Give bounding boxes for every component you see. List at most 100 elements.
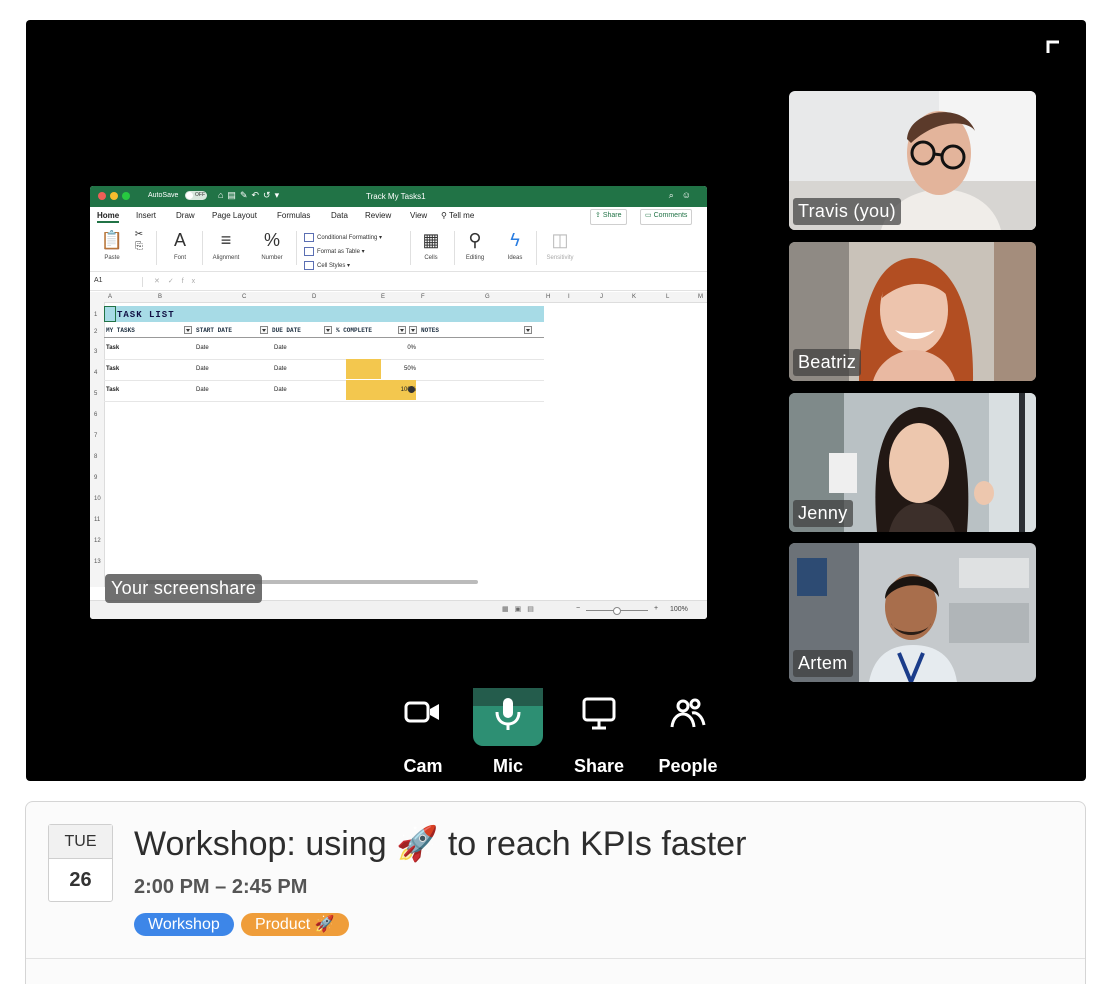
sensitivity-group[interactable]: ◫ Sensitivity: [540, 229, 580, 261]
cells-group[interactable]: ▦ Cells: [416, 229, 446, 261]
zoom-slider-handle[interactable]: [613, 607, 621, 615]
task-list-title[interactable]: TASK LIST: [104, 306, 544, 322]
tab-draw[interactable]: Draw: [176, 211, 195, 220]
autosave-toggle[interactable]: OFF: [185, 191, 207, 200]
search-icon[interactable]: ⌕☺: [669, 190, 699, 201]
tab-insert[interactable]: Insert: [136, 211, 156, 220]
table-row[interactable]: Task Date Date 100%: [104, 380, 544, 402]
row-header[interactable]: 3: [94, 349, 97, 355]
filter-dropdown-icon[interactable]: [260, 326, 268, 334]
column-header[interactable]: B: [158, 294, 162, 300]
task-list-title-text: TASK LIST: [117, 310, 175, 320]
quick-access-icons[interactable]: ⌂▤✎↶↺▾: [218, 190, 283, 201]
header-due-date: DUE DATE: [272, 327, 301, 334]
share-screen-button[interactable]: Share: [554, 688, 644, 781]
comments-button[interactable]: ▭ Comments: [640, 209, 693, 225]
styles-group: Conditional Formatting ▾ Format as Table…: [304, 231, 382, 273]
font-group[interactable]: A Font: [164, 229, 196, 261]
paste-group[interactable]: 📋 Paste: [98, 229, 126, 261]
tab-review[interactable]: Review: [365, 211, 391, 220]
filter-dropdown-icon[interactable]: [524, 326, 532, 334]
ribbon-tabs: Home Insert Draw Page Layout Formulas Da…: [90, 207, 707, 225]
column-header[interactable]: G: [485, 294, 490, 300]
row-header[interactable]: 12: [94, 538, 101, 544]
row-header[interactable]: 5: [94, 391, 97, 397]
participant-tile-travis[interactable]: Travis (you): [789, 91, 1036, 230]
row-header[interactable]: 10: [94, 496, 101, 502]
row-header[interactable]: 1: [94, 312, 97, 318]
column-header[interactable]: C: [242, 294, 246, 300]
table-row[interactable]: Task Date Date 50%: [104, 359, 544, 381]
tab-tell-me[interactable]: ⚲ Tell me: [441, 211, 474, 220]
close-dot[interactable]: [98, 192, 106, 200]
participant-tile-jenny[interactable]: Jenny: [789, 393, 1036, 532]
column-header[interactable]: H: [546, 294, 550, 300]
number-group[interactable]: % Number: [254, 229, 290, 261]
column-header[interactable]: M: [698, 294, 703, 300]
filter-dropdown-icon[interactable]: [184, 326, 192, 334]
row-header[interactable]: 9: [94, 475, 97, 481]
filter-dropdown-icon[interactable]: [398, 326, 406, 334]
cam-button[interactable]: Cam: [378, 688, 468, 781]
progress-fill: [346, 359, 381, 379]
minimize-dot[interactable]: [110, 192, 118, 200]
zoom-dot[interactable]: [122, 192, 130, 200]
column-header[interactable]: A: [108, 294, 112, 300]
zoom-out-icon[interactable]: −: [576, 605, 580, 612]
ribbon-separator: [202, 231, 203, 265]
cut-copy-icons[interactable]: ✂ ⎘: [128, 229, 150, 253]
participant-name: Artem: [793, 650, 853, 677]
event-card[interactable]: TUE 26 Workshop: using 🚀 to reach KPIs f…: [25, 801, 1086, 984]
expand-icon[interactable]: [1046, 40, 1060, 54]
tag-product[interactable]: Product 🚀: [241, 913, 349, 936]
tab-data[interactable]: Data: [331, 211, 348, 220]
filter-dropdown-icon[interactable]: [409, 326, 417, 334]
column-header[interactable]: I: [568, 294, 570, 300]
row-header[interactable]: 2: [94, 329, 97, 335]
zoom-in-icon[interactable]: +: [654, 605, 658, 612]
formula-icons[interactable]: ✕✓fx: [154, 277, 203, 285]
view-mode-icons[interactable]: ▦▣▤: [502, 605, 540, 613]
tab-home[interactable]: Home: [97, 211, 120, 223]
alignment-label: Alignment: [212, 255, 240, 261]
participant-tile-artem[interactable]: Artem: [789, 543, 1036, 682]
conditional-formatting-button[interactable]: Conditional Formatting ▾: [304, 231, 382, 245]
ideas-group[interactable]: ϟ Ideas: [500, 229, 530, 261]
column-header[interactable]: E: [381, 294, 385, 300]
cell-styles-label: Cell Styles: [317, 263, 346, 269]
column-header[interactable]: J: [600, 294, 603, 300]
table-row[interactable]: Task Date Date 0%: [104, 338, 544, 360]
name-box[interactable]: A1: [94, 277, 143, 287]
tab-formulas[interactable]: Formulas: [277, 211, 310, 220]
row-header[interactable]: 7: [94, 433, 97, 439]
cells-label: Cells: [424, 255, 438, 261]
row-header[interactable]: 11: [94, 517, 100, 523]
row-header[interactable]: 6: [94, 412, 97, 418]
alignment-group[interactable]: ≡ Alignment: [206, 229, 246, 261]
row-header[interactable]: 13: [94, 559, 101, 565]
format-as-table-label: Format as Table: [317, 249, 360, 255]
column-header[interactable]: D: [312, 294, 316, 300]
column-header[interactable]: L: [666, 294, 669, 300]
tab-page-layout[interactable]: Page Layout: [212, 211, 257, 220]
participant-tile-beatriz[interactable]: Beatriz: [789, 242, 1036, 381]
cell-styles-button[interactable]: Cell Styles ▾: [304, 259, 382, 273]
row-header[interactable]: 8: [94, 454, 97, 460]
people-button[interactable]: People: [643, 688, 733, 781]
column-header[interactable]: F: [421, 294, 425, 300]
tab-view[interactable]: View: [410, 211, 427, 220]
number-label: Number: [261, 255, 283, 261]
row-header[interactable]: 4: [94, 370, 97, 376]
event-day-of-week: TUE: [49, 825, 112, 859]
editing-group[interactable]: ⚲ Editing: [458, 229, 492, 261]
selected-cell[interactable]: [104, 306, 116, 322]
tell-me-label: Tell me: [448, 211, 475, 220]
due-date-cell: Date: [274, 345, 287, 351]
share-button[interactable]: ⇪ Share: [590, 209, 627, 225]
mic-button[interactable]: Mic: [463, 688, 553, 781]
column-header[interactable]: K: [632, 294, 636, 300]
worksheet-grid[interactable]: TASK LIST MY TASKS START DATE DUE DATE %…: [104, 302, 707, 587]
format-as-table-button[interactable]: Format as Table ▾: [304, 245, 382, 259]
filter-dropdown-icon[interactable]: [324, 326, 332, 334]
tag-workshop[interactable]: Workshop: [134, 913, 234, 936]
